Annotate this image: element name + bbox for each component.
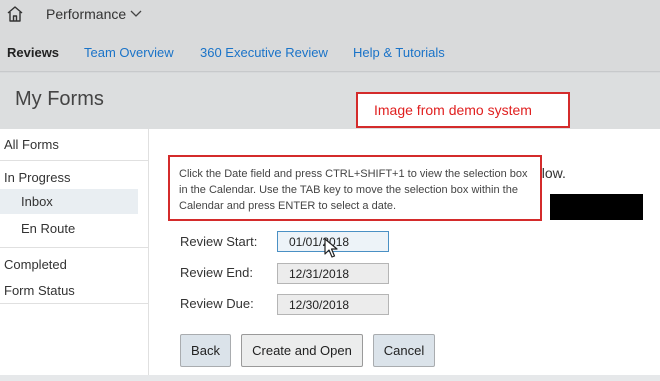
- sidebar-divider: [0, 303, 148, 304]
- demo-note-text: Image from demo system: [374, 102, 532, 118]
- sidebar-item-all-forms[interactable]: All Forms: [4, 137, 59, 152]
- sidebar-item-label: Inbox: [21, 194, 53, 209]
- tab-help-tutorials[interactable]: Help & Tutorials: [353, 45, 445, 60]
- top-bar: Performance: [0, 0, 660, 30]
- instruction-callout: Click the Date field and press CTRL+SHIF…: [168, 155, 542, 221]
- page-title: My Forms: [15, 88, 104, 110]
- sidebar-item-inbox[interactable]: Inbox: [0, 189, 138, 214]
- redaction-box: [550, 194, 643, 220]
- sidebar-item-en-route[interactable]: En Route: [0, 216, 138, 241]
- bottom-strip: [0, 375, 660, 381]
- review-end-input[interactable]: [277, 263, 389, 284]
- create-and-open-button[interactable]: Create and Open: [241, 334, 363, 367]
- sidebar-divider: [0, 160, 148, 161]
- sidebar-item-in-progress[interactable]: In Progress: [4, 170, 70, 185]
- demo-note: Image from demo system: [356, 92, 570, 128]
- review-due-label: Review Due:: [180, 296, 254, 311]
- tab-reviews[interactable]: Reviews: [7, 45, 59, 60]
- review-due-input[interactable]: [277, 294, 389, 315]
- app-title[interactable]: Performance: [46, 6, 126, 22]
- home-icon[interactable]: [5, 4, 25, 24]
- back-button[interactable]: Back: [180, 334, 231, 367]
- nav-tabs: Reviews Team Overview 360 Executive Revi…: [0, 30, 660, 72]
- sidebar-divider: [0, 247, 148, 248]
- cancel-button[interactable]: Cancel: [373, 334, 435, 367]
- sidebar-item-label: En Route: [21, 221, 76, 236]
- tab-team-overview[interactable]: Team Overview: [84, 45, 174, 60]
- sidebar-item-form-status[interactable]: Form Status: [4, 283, 75, 298]
- mouse-pointer-icon: [324, 238, 338, 258]
- sidebar-item-completed[interactable]: Completed: [4, 257, 67, 272]
- review-start-label: Review Start:: [180, 234, 258, 249]
- sidebar: All Forms In Progress Inbox En Route Com…: [0, 129, 148, 381]
- callout-text: Click the Date field and press CTRL+SHIF…: [179, 168, 528, 212]
- review-end-label: Review End:: [180, 265, 253, 280]
- tab-360-executive-review[interactable]: 360 Executive Review: [200, 45, 328, 60]
- chevron-down-icon[interactable]: [130, 8, 142, 18]
